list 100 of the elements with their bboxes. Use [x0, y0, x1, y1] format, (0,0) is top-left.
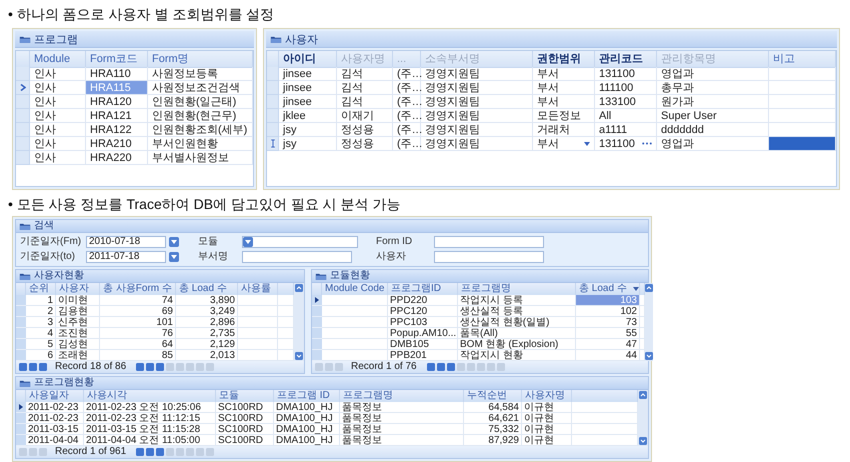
- pager-button[interactable]: [446, 363, 455, 371]
- column-header[interactable]: 사용시각: [84, 390, 216, 402]
- column-header[interactable]: Form코드: [86, 51, 148, 68]
- folder-icon: [19, 222, 31, 230]
- scroll-up-icon[interactable]: [645, 284, 653, 292]
- table-cell: 김석: [337, 95, 393, 109]
- date-field[interactable]: 2010-07-18: [86, 236, 166, 248]
- scroll-up-icon[interactable]: [639, 391, 647, 399]
- table-cell[interactable]: HRA115: [86, 81, 148, 95]
- pager-button[interactable]: [29, 363, 37, 371]
- row-selector[interactable]: [267, 137, 279, 151]
- scrollbar[interactable]: [638, 390, 648, 446]
- table-cell: HRA121: [86, 109, 148, 123]
- column-header[interactable]: Module Code: [322, 283, 388, 295]
- pager-button[interactable]: [146, 363, 154, 371]
- table-cell: 품목정보: [340, 413, 464, 424]
- table-cell: 모든정보: [533, 109, 595, 123]
- field-label: 부서명: [198, 251, 229, 263]
- grid-corner: [312, 283, 322, 295]
- record-counter: Record 1 of 76: [350, 361, 418, 373]
- text-field[interactable]: [242, 251, 352, 263]
- table-cell: 111100: [595, 81, 657, 95]
- empty-cell: [238, 339, 278, 350]
- caret-icon: [171, 240, 177, 244]
- table-cell: DMA100_HJ: [274, 413, 340, 424]
- table-cell: jinsee: [279, 81, 337, 95]
- column-header[interactable]: 아이디: [279, 51, 337, 68]
- column-header[interactable]: 총 Load 수: [576, 283, 640, 295]
- pager-button[interactable]: [146, 448, 154, 456]
- lookup-field[interactable]: 131100: [595, 137, 657, 151]
- column-header[interactable]: 순위: [26, 283, 56, 295]
- dropdown-button[interactable]: [169, 237, 179, 247]
- pager-button[interactable]: [426, 363, 435, 371]
- column-header[interactable]: 총 사용Form 수: [100, 283, 176, 295]
- pager-button[interactable]: [39, 363, 47, 371]
- table-cell: 경영지원팀: [421, 95, 533, 109]
- table-cell: 신주현: [56, 317, 100, 328]
- dropdown-button[interactable]: [169, 252, 179, 262]
- text-field[interactable]: [434, 236, 544, 248]
- table-cell: 133100: [595, 95, 657, 109]
- pager-button[interactable]: [156, 363, 164, 371]
- table-cell: (주…: [393, 123, 421, 137]
- table-cell: 인사: [30, 123, 86, 137]
- grid-corner: [16, 390, 26, 402]
- table-cell: 작업지시 등록: [458, 295, 576, 306]
- section-heading: • 모든 사용 정보를 Trace하여 DB에 담고있어 필요 시 분석 가능: [8, 195, 402, 214]
- focused-cell[interactable]: [769, 137, 836, 151]
- column-header[interactable]: 누적순번: [464, 390, 522, 402]
- row-selector[interactable]: [16, 81, 30, 95]
- column-header[interactable]: 총 Load 수: [176, 283, 238, 295]
- column-header[interactable]: 프로그램ID: [388, 283, 458, 295]
- table-cell: 2: [26, 306, 56, 317]
- column-header[interactable]: 사용률: [238, 283, 278, 295]
- column-header[interactable]: 프로그램 ID: [274, 390, 340, 402]
- text-field[interactable]: [434, 251, 544, 263]
- table-cell: SC100RD: [216, 413, 274, 424]
- table-cell: (주…: [393, 81, 421, 95]
- pager-button[interactable]: [436, 363, 445, 371]
- scroll-down-icon[interactable]: [639, 437, 647, 445]
- panel-title: 사용자: [285, 32, 318, 46]
- table-cell: HRA220: [86, 151, 148, 165]
- scroll-up-icon[interactable]: [295, 284, 303, 292]
- scrollbar[interactable]: [294, 283, 304, 361]
- pager-button[interactable]: [136, 448, 144, 456]
- column-header[interactable]: 사용자: [56, 283, 100, 295]
- pager-button[interactable]: [136, 363, 144, 371]
- table-cell: 품목정보: [340, 402, 464, 413]
- row-selector[interactable]: [312, 295, 322, 306]
- column-header[interactable]: 관리코드: [595, 51, 657, 68]
- table-cell: 인사: [30, 137, 86, 151]
- table-cell: 김석: [337, 67, 393, 81]
- column-header[interactable]: 프로그램명: [340, 390, 464, 402]
- table-cell: BOM 현황 (Explosion): [458, 339, 576, 350]
- row-selector[interactable]: [16, 402, 26, 413]
- date-field[interactable]: 2011-07-18: [86, 251, 166, 263]
- table-cell: 부서: [533, 67, 595, 81]
- column-header[interactable]: 사용자명: [522, 390, 572, 402]
- panel-title: 프로그램: [34, 32, 78, 46]
- dropdown-button[interactable]: [243, 237, 253, 247]
- pager-button[interactable]: [156, 448, 164, 456]
- column-header[interactable]: 비고: [769, 51, 836, 68]
- table-cell: 이규현: [522, 424, 572, 435]
- column-header[interactable]: Form명: [148, 51, 253, 68]
- grid-corner: [16, 283, 26, 295]
- combo-box[interactable]: [242, 236, 358, 248]
- scroll-down-icon[interactable]: [645, 352, 653, 360]
- table-cell: 김석: [337, 81, 393, 95]
- table-cell: 생산실적 현황(일별): [458, 317, 576, 328]
- scroll-down-icon[interactable]: [295, 352, 303, 360]
- caret-icon: [171, 255, 177, 259]
- scrollbar[interactable]: [645, 283, 653, 361]
- dropdown-field[interactable]: 부서: [533, 137, 595, 151]
- table-cell[interactable]: 103: [576, 295, 640, 306]
- pager-button[interactable]: [19, 363, 27, 371]
- column-header[interactable]: 모듈: [216, 390, 274, 402]
- column-header[interactable]: Module: [30, 51, 86, 68]
- column-header[interactable]: 프로그램명: [458, 283, 576, 295]
- column-header[interactable]: 권한범위: [533, 51, 595, 68]
- column-header[interactable]: 사용일자: [26, 390, 84, 402]
- table-cell: 131100: [595, 67, 657, 81]
